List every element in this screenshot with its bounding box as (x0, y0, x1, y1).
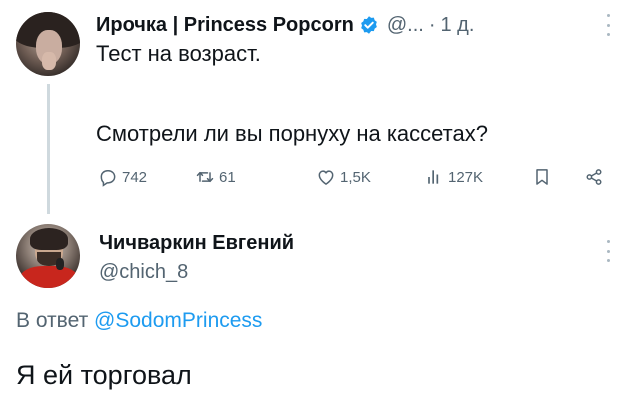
views-icon (428, 170, 439, 184)
tweet-header: Ирочка | Princess Popcorn @... · 1 д. (96, 13, 474, 37)
reply-author-avatar[interactable] (16, 224, 80, 288)
reply-author-name[interactable]: Чичваркин Евгений (99, 232, 294, 255)
tweet-text-line2: Смотрели ли вы порнуху на кассетах? (96, 121, 488, 146)
author-name[interactable]: Ирочка | Princess Popcorn (96, 14, 354, 37)
share-button[interactable] (584, 164, 608, 190)
thread-line (47, 84, 50, 214)
views-button[interactable]: 127K (424, 164, 483, 190)
reply-more-icon[interactable] (605, 240, 611, 262)
retweet-icon (196, 171, 214, 183)
author-handle[interactable]: @... (387, 14, 424, 37)
share-icon (586, 169, 602, 185)
replying-to: В ответ @SodomPrincess (16, 309, 262, 333)
verified-badge-icon (360, 16, 377, 34)
avatar-hair (30, 228, 68, 250)
reply-text: Я ей торговал (16, 360, 192, 390)
reply-icon (100, 170, 116, 187)
replying-to-prefix: В ответ (16, 309, 89, 332)
separator-dot: · (428, 13, 436, 36)
like-count: 1,5K (340, 168, 371, 186)
views-count: 127K (448, 168, 484, 186)
bookmark-icon (536, 169, 548, 185)
like-icon (318, 170, 334, 185)
retweet-button[interactable]: 61 (195, 164, 236, 190)
tweet-text-line1: Тест на возраст. (96, 41, 261, 66)
tweet-time[interactable]: 1 д. (440, 14, 474, 37)
retweet-count: 61 (219, 168, 236, 186)
replying-to-mention[interactable]: @SodomPrincess (94, 309, 262, 332)
author-avatar[interactable] (16, 12, 80, 76)
reply-author-handle[interactable]: @chich_8 (99, 261, 188, 284)
reply-button[interactable]: 742 (98, 164, 147, 190)
bookmark-button[interactable] (532, 164, 556, 190)
more-icon[interactable] (605, 14, 611, 36)
reply-count: 742 (122, 168, 148, 186)
like-button[interactable]: 1,5K (316, 164, 371, 190)
avatar-microphone (56, 258, 64, 270)
avatar-shirt (20, 266, 78, 288)
avatar-hand (42, 52, 56, 70)
